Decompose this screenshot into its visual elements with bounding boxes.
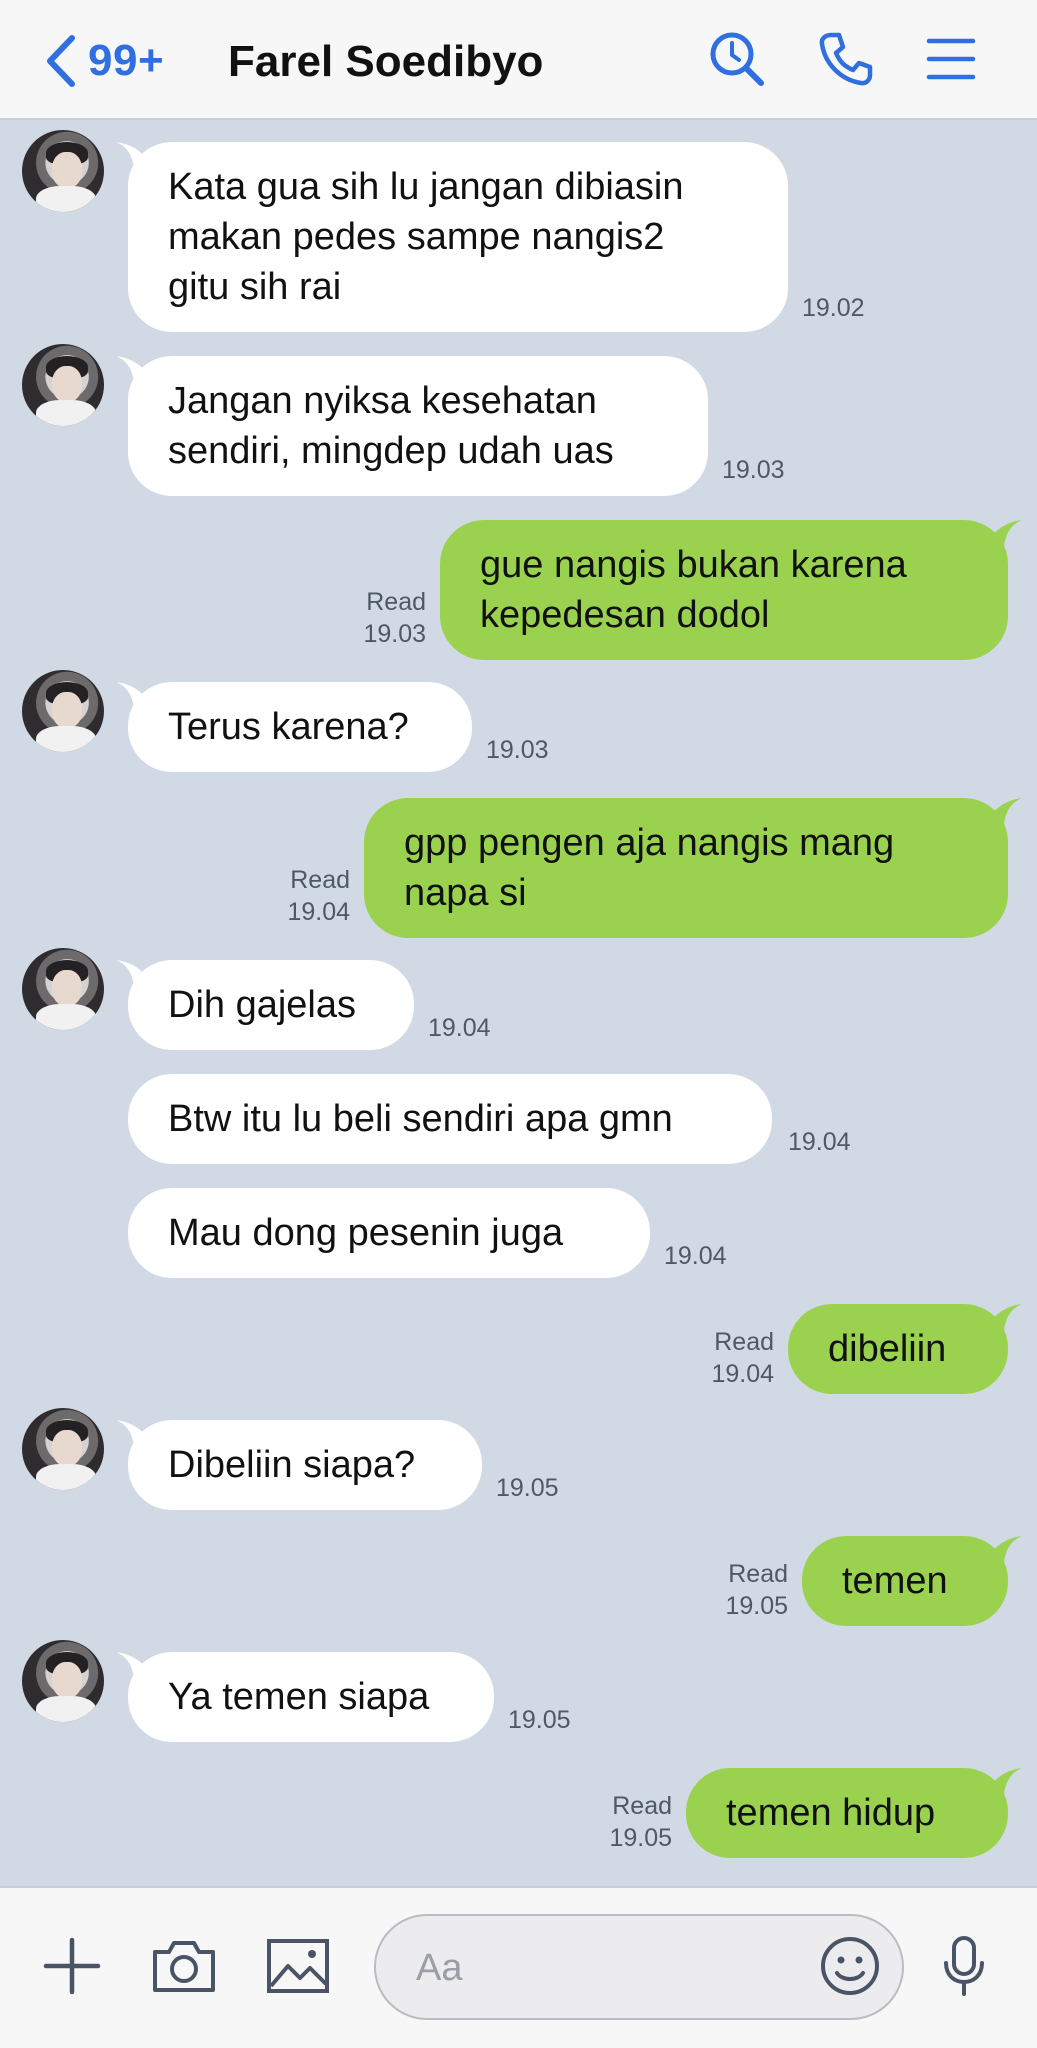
search-icon	[708, 30, 766, 93]
message-bubble-incoming[interactable]: Terus karena?	[128, 682, 472, 772]
message-time: 19.04	[711, 1360, 774, 1388]
message-bubble-outgoing[interactable]: temen hidup	[686, 1768, 1008, 1858]
chat-title[interactable]: Farel Soedibyo	[228, 34, 543, 90]
message-bubble-incoming[interactable]: Btw itu lu beli sendiri apa gmn	[128, 1074, 772, 1164]
call-button[interactable]	[812, 28, 878, 94]
menu-button[interactable]	[918, 28, 984, 94]
message-time: 19.05	[609, 1824, 672, 1852]
message-time: 19.03	[363, 620, 426, 648]
message-time: 19.05	[496, 1474, 559, 1502]
read-receipt: Read	[290, 866, 350, 894]
message-bubble-outgoing[interactable]: dibeliin	[788, 1304, 1008, 1394]
message-meta: Read 19.03	[346, 586, 426, 650]
image-icon	[266, 1938, 330, 1999]
message-time: 19.02	[802, 294, 865, 322]
message-list[interactable]: Kata gua sih lu jangan dibiasin makan pe…	[0, 120, 1037, 1886]
chat-header: 99+ Farel Soedibyo	[0, 0, 1037, 120]
phone-icon	[817, 31, 873, 92]
message-time: 19.05	[508, 1706, 571, 1734]
message-meta: Read 19.05	[592, 1790, 672, 1854]
message-time: 19.03	[486, 736, 549, 764]
message-bubble-outgoing[interactable]: gpp pengen aja nangis mang napa si	[364, 798, 1008, 938]
message-bubble-incoming[interactable]: Dibeliin siapa?	[128, 1420, 482, 1510]
message-input-container[interactable]	[374, 1914, 904, 2020]
emoji-icon	[819, 1935, 881, 2002]
chevron-left-icon	[44, 34, 76, 88]
message-bubble-outgoing[interactable]: gue nangis bukan karena kepedesan dodol	[440, 520, 1008, 660]
message-bubble-incoming[interactable]: Dih gajelas	[128, 960, 414, 1050]
message-time: 19.05	[725, 1592, 788, 1620]
menu-icon	[926, 37, 976, 86]
composer-bar	[0, 1886, 1037, 2048]
message-time: 19.04	[664, 1242, 727, 1270]
search-button[interactable]	[704, 28, 770, 94]
camera-button[interactable]	[144, 1928, 224, 2008]
message-bubble-incoming[interactable]: Jangan nyiksa kesehatan sendiri, mingdep…	[128, 356, 708, 496]
message-time: 19.03	[722, 456, 785, 484]
message-bubble-incoming[interactable]: Ya temen siapa	[128, 1652, 494, 1742]
read-receipt: Read	[728, 1560, 788, 1588]
message-meta: Read 19.04	[694, 1326, 774, 1390]
add-button[interactable]	[32, 1928, 112, 2008]
back-button[interactable]: 99+	[44, 30, 164, 92]
unread-count: 99+	[88, 36, 165, 85]
plus-icon	[42, 1936, 102, 2001]
message-bubble-incoming[interactable]: Kata gua sih lu jangan dibiasin makan pe…	[128, 142, 788, 332]
avatar[interactable]	[22, 344, 104, 426]
emoji-button[interactable]	[814, 1932, 886, 2004]
voice-button[interactable]	[924, 1928, 1004, 2008]
gallery-button[interactable]	[258, 1928, 338, 2008]
message-meta: Read 19.05	[708, 1558, 788, 1622]
avatar[interactable]	[22, 130, 104, 212]
read-receipt: Read	[612, 1792, 672, 1820]
avatar[interactable]	[22, 948, 104, 1030]
message-bubble-incoming[interactable]: Mau dong pesenin juga	[128, 1188, 650, 1278]
avatar[interactable]	[22, 1408, 104, 1490]
message-meta: Read 19.04	[270, 864, 350, 928]
message-input[interactable]	[414, 1938, 798, 1998]
message-bubble-outgoing[interactable]: temen	[802, 1536, 1008, 1626]
microphone-icon	[942, 1935, 986, 2002]
avatar[interactable]	[22, 1640, 104, 1722]
avatar[interactable]	[22, 670, 104, 752]
message-time: 19.04	[428, 1014, 491, 1042]
camera-icon	[151, 1938, 217, 1999]
read-receipt: Read	[366, 588, 426, 616]
message-time: 19.04	[788, 1128, 851, 1156]
read-receipt: Read	[714, 1328, 774, 1356]
message-time: 19.04	[287, 898, 350, 926]
